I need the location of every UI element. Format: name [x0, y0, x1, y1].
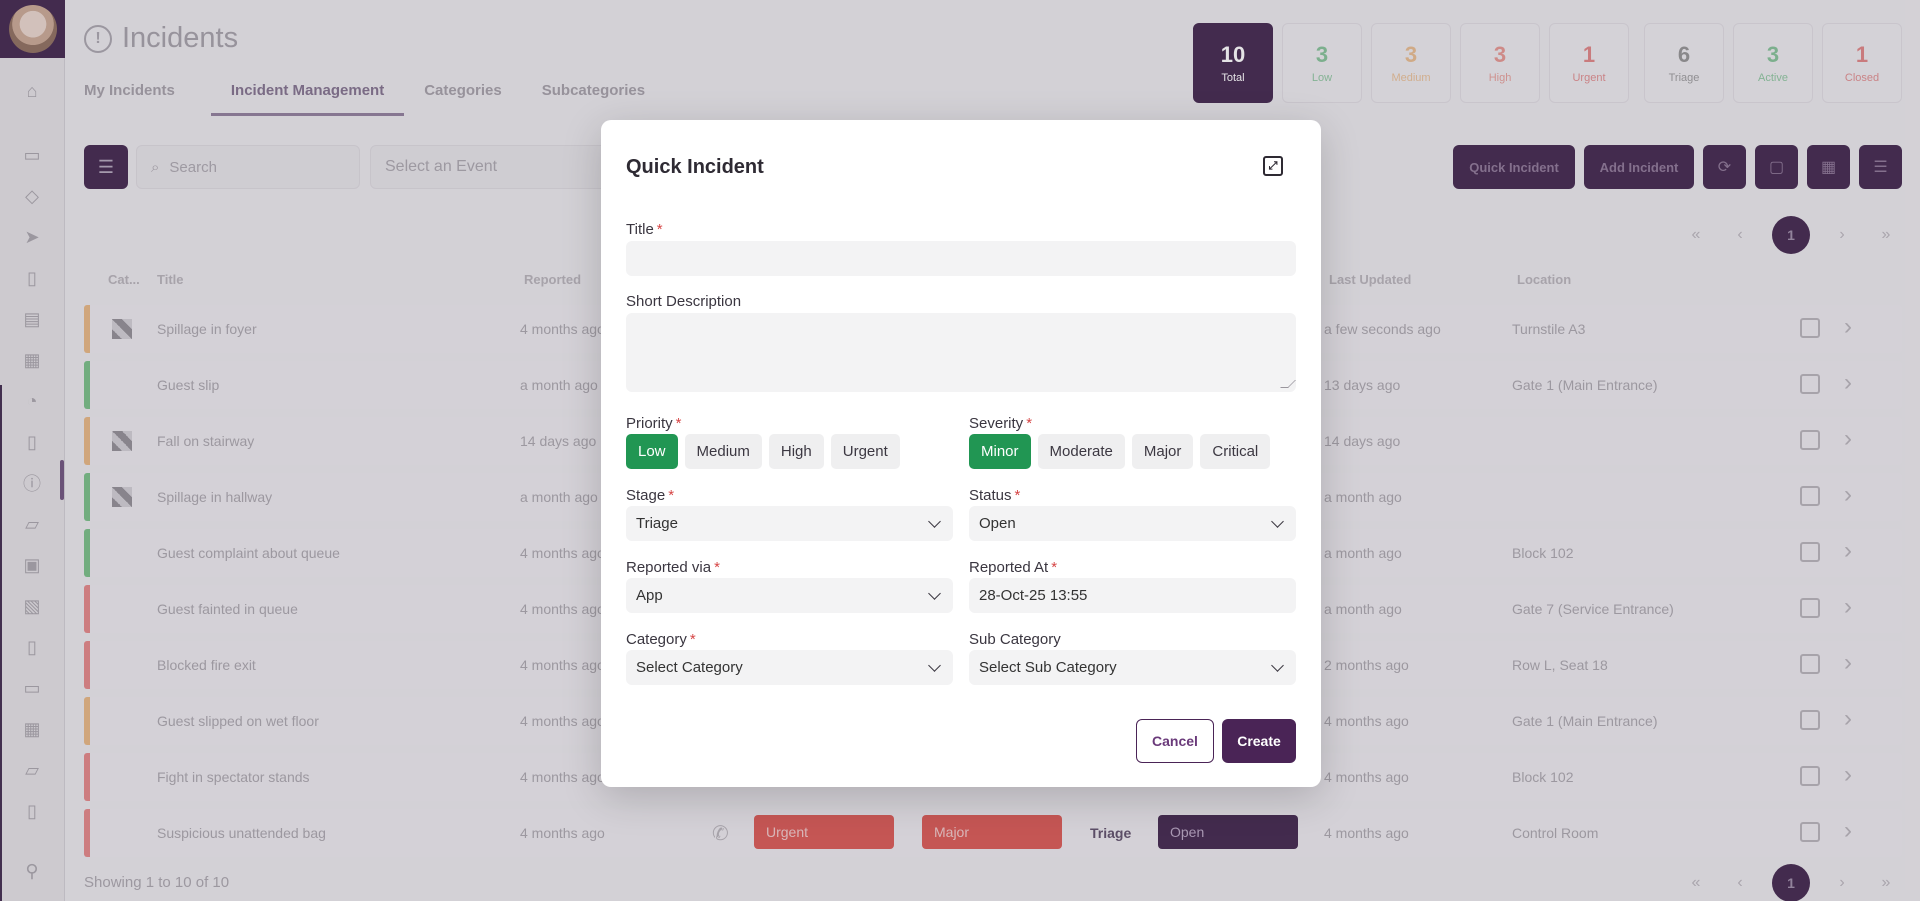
priority-high-button[interactable]: High: [768, 434, 824, 469]
priority-selector: Low Medium High Urgent: [626, 434, 900, 469]
severity-label: Severity *: [969, 415, 1032, 432]
title-input[interactable]: [626, 241, 1296, 276]
required-mark: *: [1051, 559, 1058, 576]
stage-label: Stage *: [626, 487, 674, 504]
status-label-text: Status: [969, 487, 1012, 504]
required-mark: *: [656, 221, 663, 238]
severity-selector: Minor Moderate Major Critical: [969, 434, 1271, 469]
reported-at-input[interactable]: [969, 578, 1296, 613]
required-mark: *: [714, 559, 720, 576]
stage-value: Triage: [636, 515, 678, 532]
status-value: Open: [979, 515, 1016, 532]
short-description-input[interactable]: [626, 313, 1296, 392]
reported-via-value: App: [636, 587, 663, 604]
severity-label-text: Severity: [969, 415, 1024, 432]
reported-at-label: Reported At *: [969, 559, 1057, 576]
chevron-down-icon: [1271, 515, 1284, 528]
reported-at-label-text: Reported At: [969, 559, 1049, 576]
severity-minor-button[interactable]: Minor: [969, 434, 1031, 469]
stage-label-text: Stage: [626, 487, 666, 504]
short-description-label: Short Description: [626, 293, 742, 310]
category-select[interactable]: Select Category: [626, 650, 953, 685]
cancel-button[interactable]: Cancel: [1136, 719, 1214, 763]
modal-title: Quick Incident: [626, 156, 764, 178]
severity-critical-button[interactable]: Critical: [1200, 434, 1271, 469]
chevron-down-icon: [928, 587, 941, 600]
priority-medium-button[interactable]: Medium: [684, 434, 762, 469]
required-mark: *: [689, 631, 696, 648]
reported-via-select[interactable]: App: [626, 578, 953, 613]
category-value: Select Category: [636, 659, 743, 676]
subcategory-label: Sub Category: [969, 631, 1061, 648]
chevron-down-icon: [928, 659, 941, 672]
priority-urgent-button[interactable]: Urgent: [830, 434, 900, 469]
category-label-text: Category: [626, 631, 687, 648]
subcategory-value: Select Sub Category: [979, 659, 1117, 676]
required-mark: *: [668, 487, 675, 504]
quick-incident-modal: Quick Incident ⤢ Title * Short Descriptio…: [601, 120, 1321, 787]
chevron-down-icon: [1271, 659, 1284, 672]
create-button[interactable]: Create: [1222, 719, 1296, 763]
reported-via-label: Reported via *: [626, 559, 720, 576]
stage-select[interactable]: Triage: [626, 506, 953, 541]
reported-via-label-text: Reported via: [626, 559, 712, 576]
required-mark: *: [1014, 487, 1021, 504]
status-select[interactable]: Open: [969, 506, 1296, 541]
title-label: Title *: [626, 221, 663, 238]
priority-low-button[interactable]: Low: [626, 434, 678, 469]
title-label-text: Title: [626, 221, 654, 238]
priority-label: Priority *: [626, 415, 682, 432]
severity-moderate-button[interactable]: Moderate: [1037, 434, 1125, 469]
required-mark: *: [675, 415, 682, 432]
severity-major-button[interactable]: Major: [1131, 434, 1194, 469]
priority-label-text: Priority: [626, 415, 673, 432]
status-label: Status *: [969, 487, 1020, 504]
chevron-down-icon: [928, 515, 941, 528]
category-label: Category *: [626, 631, 696, 648]
required-mark: *: [1026, 415, 1033, 432]
subcategory-select[interactable]: Select Sub Category: [969, 650, 1296, 685]
expand-icon[interactable]: ⤢: [1263, 156, 1283, 176]
